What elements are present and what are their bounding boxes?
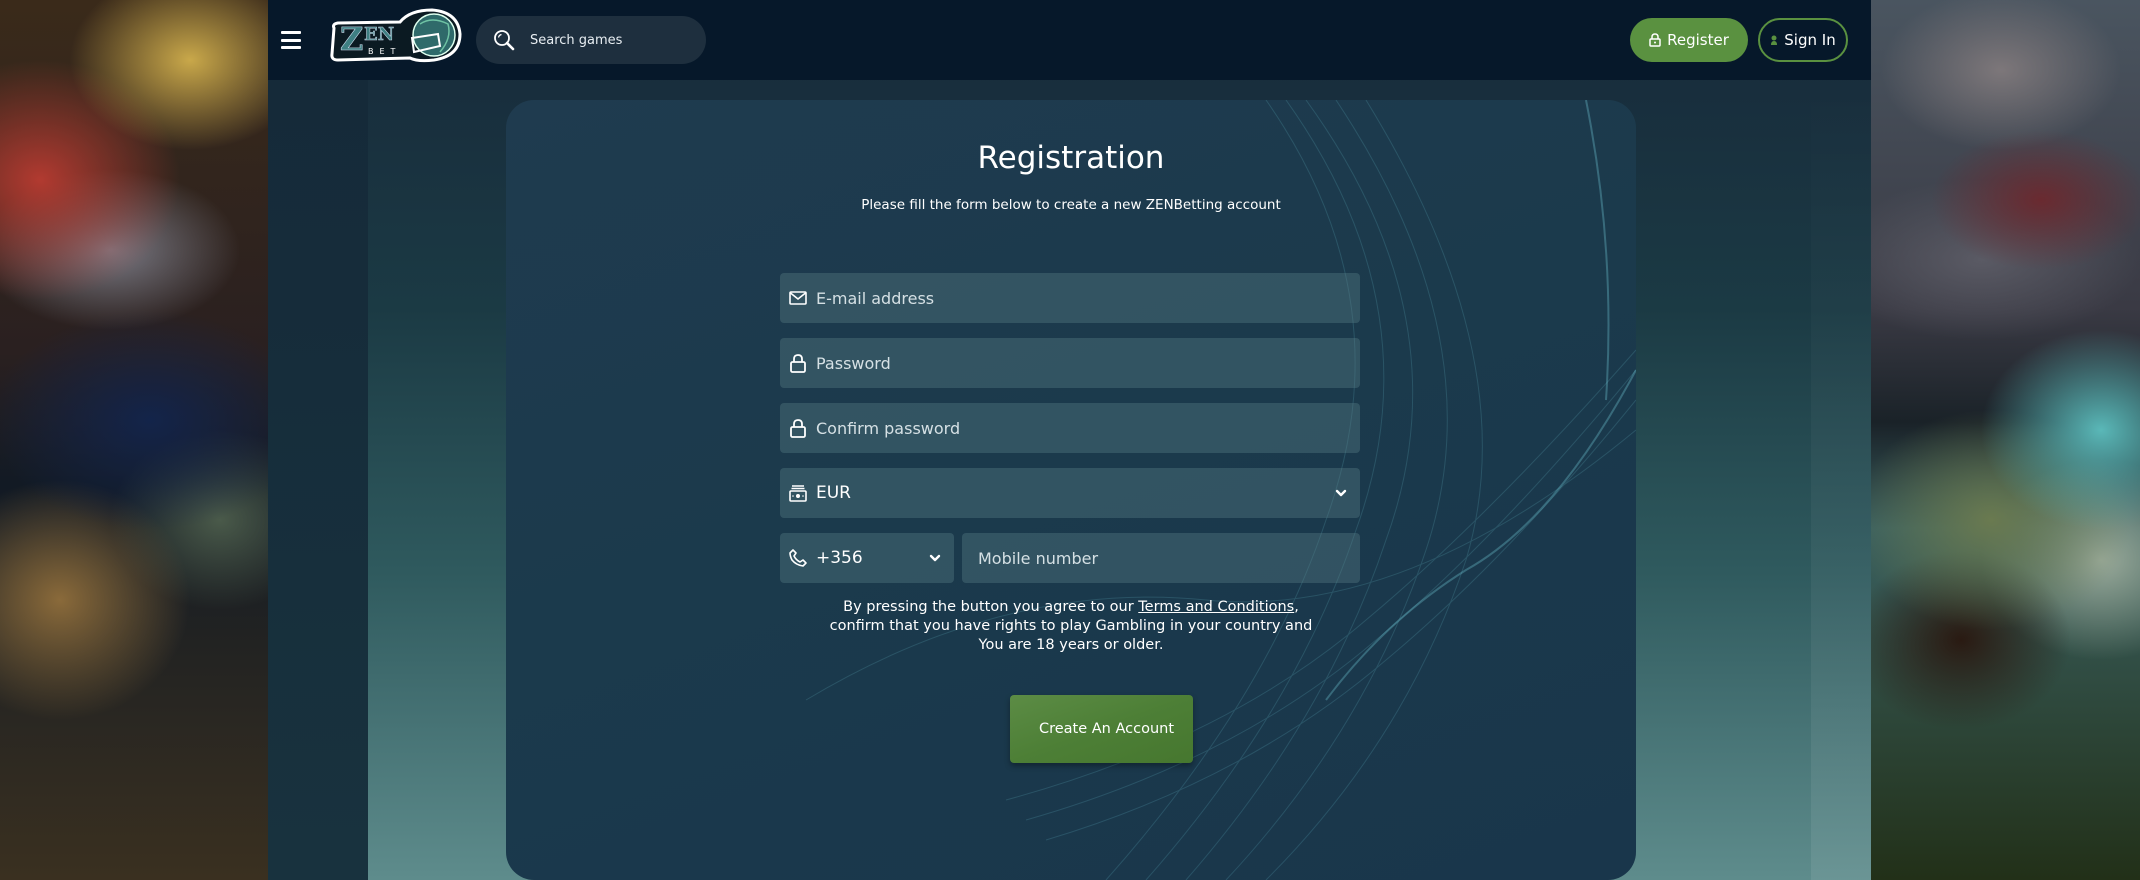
lock-icon — [790, 354, 806, 373]
mobile-number-input[interactable] — [978, 548, 1360, 568]
terms-and-conditions-link[interactable]: Terms and Conditions — [1138, 599, 1294, 615]
svg-text:Z: Z — [340, 20, 363, 58]
confirm-password-field[interactable] — [780, 403, 1360, 453]
currency-value: EUR — [816, 483, 851, 503]
register-label: Register — [1667, 31, 1729, 49]
mobile-number-field[interactable] — [962, 533, 1360, 583]
create-account-button[interactable]: Create An Account — [1010, 695, 1193, 763]
blurred-background-left — [0, 0, 268, 880]
app-container: Z EN BET Register — [268, 0, 1871, 880]
email-input[interactable] — [816, 288, 1360, 308]
terms-text-before: By pressing the button you agree to our — [843, 599, 1139, 615]
envelope-icon — [789, 291, 807, 305]
svg-text:EN: EN — [364, 24, 394, 45]
currency-select[interactable]: EUR — [780, 468, 1360, 518]
lock-icon — [790, 419, 806, 438]
chevron-down-icon — [1335, 489, 1347, 497]
sign-in-label: Sign In — [1784, 31, 1836, 49]
hamburger-icon[interactable] — [280, 29, 302, 51]
search-icon — [494, 30, 515, 51]
top-header: Z EN BET Register — [268, 0, 1871, 80]
password-input[interactable] — [816, 353, 1360, 373]
phone-icon — [789, 549, 807, 567]
zenbet-logo[interactable]: Z EN BET — [328, 8, 462, 68]
phone-code-value: +356 — [816, 548, 863, 568]
user-icon — [1771, 35, 1778, 45]
registration-card: Registration Please fill the form below … — [506, 100, 1636, 880]
page-title: Registration — [977, 140, 1165, 176]
lock-icon — [1649, 33, 1661, 47]
password-field[interactable] — [780, 338, 1360, 388]
chevron-down-icon — [929, 554, 941, 562]
email-field[interactable] — [780, 273, 1360, 323]
page-subtitle: Please fill the form below to create a n… — [861, 197, 1281, 213]
search-input[interactable] — [530, 32, 690, 48]
blurred-background-right — [1871, 0, 2140, 880]
register-button[interactable]: Register — [1630, 18, 1748, 62]
svg-text:BET: BET — [368, 47, 401, 56]
confirm-password-input[interactable] — [816, 418, 1360, 438]
search-bar[interactable] — [476, 16, 706, 64]
sign-in-button[interactable]: Sign In — [1758, 18, 1848, 62]
terms-notice: By pressing the button you agree to our … — [506, 598, 1636, 655]
phone-code-select[interactable]: +356 — [780, 533, 954, 583]
money-icon — [789, 485, 807, 502]
